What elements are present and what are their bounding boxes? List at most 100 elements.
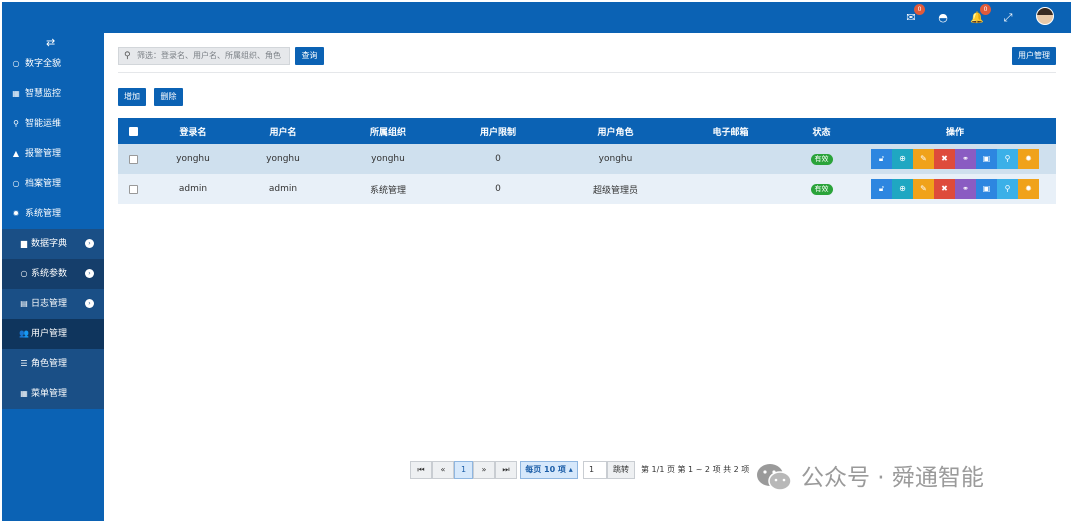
image-icon[interactable]: ▣ — [976, 179, 997, 199]
sitemap-icon[interactable]: ⚲ — [997, 149, 1018, 169]
cell-org: yonghu — [371, 154, 405, 164]
search-placeholder: 筛选：登录名、用户名、所属组织、角色 — [137, 51, 281, 60]
col-header-org: 所属组织 — [369, 127, 406, 138]
gear-icon[interactable]: ✹ — [1018, 149, 1039, 169]
sidebar-item-overview[interactable]: ○ 数字全貌 — [2, 49, 104, 79]
select-all-checkbox[interactable] — [128, 126, 138, 136]
sidebar-item-label: 智能运维 — [25, 119, 62, 129]
cell-email — [688, 144, 773, 174]
main-content: ⚲ 筛选：登录名、用户名、所属组织、角色 查询 用户管理 增加 删除 登录名 用… — [104, 33, 1071, 521]
sidebar-item-system[interactable]: ✹ 系统管理 — [2, 199, 104, 229]
sidebar-item-label: 智慧监控 — [25, 89, 62, 99]
sidebar-item-alarm[interactable]: ▲ 报警管理 — [2, 139, 104, 169]
delete-button[interactable]: 删除 — [154, 88, 183, 106]
jump-button[interactable]: 跳转 — [607, 461, 635, 479]
users-icon: 👥 — [19, 329, 29, 338]
sidebar: ⇄ ○ 数字全貌 ▦ 智慧监控 ⚲ 智能运维 ▲ 报警管理 ○ 档案管理 ✹ 系统管理 ▆ 数… — [2, 33, 104, 521]
circle-icon: ○ — [20, 269, 28, 278]
sidebar-item-ops[interactable]: ⚲ 智能运维 — [2, 109, 104, 139]
sidebar-sub-menus[interactable]: ▦ 菜单管理 — [2, 379, 104, 409]
sidebar-toggle-icon[interactable]: ⇄ — [46, 36, 55, 49]
circle-icon: ○ — [12, 59, 20, 68]
cell-email — [688, 174, 773, 204]
bell-badge: 0 — [980, 4, 991, 15]
search-input[interactable]: ⚲ 筛选：登录名、用户名、所属组织、角色 — [118, 47, 290, 65]
cell-limit: 0 — [495, 184, 501, 194]
table-row: admin admin 系统管理 0 超级管理员 有效 🔓︎ ⊕ ✎ ✖ ⚭ ▣… — [118, 174, 1056, 204]
avatar[interactable] — [1036, 7, 1054, 25]
sidebar-sub-roles[interactable]: ☰ 角色管理 — [2, 349, 104, 379]
cell-login: admin — [178, 184, 208, 194]
sidebar-item-label: 报警管理 — [25, 149, 62, 159]
chevron-right-icon: › — [85, 269, 94, 278]
edit-icon[interactable]: ✎ — [913, 179, 934, 199]
dashboard-icon[interactable]: ◓ — [935, 10, 951, 26]
page-info: 第 1/1 页 第 1 ~ 2 项 共 2 项 — [641, 461, 749, 479]
page-info-range: 第 1 ~ 2 项 — [677, 465, 721, 474]
row-checkbox[interactable] — [128, 154, 138, 164]
col-header-name: 用户名 — [269, 127, 297, 138]
bell-icon[interactable]: 🔔 0 — [969, 4, 991, 26]
sidebar-sub-label: 系统参数 — [31, 269, 68, 279]
page-number-button[interactable]: 1 — [454, 461, 473, 479]
row-actions: 🔓︎ ⊕ ✎ ✖ ⚭ ▣ ⚲ ✹ — [871, 149, 1039, 169]
add-button[interactable]: 增加 — [118, 88, 146, 106]
cell-limit: 0 — [495, 154, 501, 164]
last-page-button[interactable]: ⏭ — [495, 461, 517, 479]
search-icon: ⚲ — [124, 51, 131, 61]
wechat-logo-icon — [757, 464, 792, 491]
row-checkbox[interactable] — [128, 184, 138, 194]
sidebar-sub-label: 角色管理 — [31, 359, 68, 369]
mail-badge: 0 — [914, 4, 925, 15]
bell-icon: ▲ — [12, 149, 20, 158]
grid-icon: ▦ — [20, 389, 28, 398]
share-icon[interactable]: ⚭ — [955, 179, 976, 199]
cell-org: 系统管理 — [369, 185, 406, 196]
mail-icon[interactable]: ✉ 0 — [903, 4, 925, 26]
sitemap-icon[interactable]: ⚲ — [997, 179, 1018, 199]
sidebar-sub-label: 日志管理 — [31, 299, 68, 309]
close-circle-icon[interactable]: ✖ — [934, 149, 955, 169]
edit-icon[interactable]: ✎ — [913, 149, 934, 169]
prev-page-button[interactable]: « — [432, 461, 454, 479]
sidebar-sub-logs[interactable]: ▤ 日志管理 › — [2, 289, 104, 319]
sidebar-item-label: 系统管理 — [25, 209, 62, 219]
query-button[interactable]: 查询 — [295, 47, 324, 65]
book-icon: ▆ — [20, 239, 28, 248]
gear-icon[interactable]: ✹ — [1018, 179, 1039, 199]
gear-icon: ✹ — [12, 209, 20, 218]
sidebar-sub-users[interactable]: 👥 用户管理 — [2, 319, 104, 349]
sidebar-sub-label: 用户管理 — [31, 329, 68, 339]
col-header-role: 用户角色 — [597, 127, 634, 138]
chevron-right-icon: › — [85, 239, 94, 248]
zoom-icon[interactable]: ⊕ — [892, 149, 913, 169]
chevron-right-icon: › — [85, 299, 94, 308]
sidebar-sub-params[interactable]: ○ 系统参数 › — [2, 259, 104, 289]
status-badge: 有效 — [810, 153, 833, 165]
close-circle-icon[interactable]: ✖ — [934, 179, 955, 199]
col-header-email: 电子邮箱 — [712, 127, 749, 138]
sidebar-sub-dictionary[interactable]: ▆ 数据字典 › — [2, 229, 104, 259]
jump-page-input[interactable]: 1 — [583, 461, 607, 479]
sidebar-item-archive[interactable]: ○ 档案管理 — [2, 169, 104, 199]
page-title-button[interactable]: 用户管理 — [1012, 47, 1056, 65]
share-icon[interactable]: ⚭ — [955, 149, 976, 169]
first-page-button[interactable]: ⏮ — [410, 461, 432, 479]
page-size-select[interactable]: 每页 10 项 ▴ — [520, 461, 578, 479]
col-header-limit: 用户限制 — [479, 127, 516, 138]
sitemap-icon: ⚲ — [13, 119, 19, 128]
zoom-icon[interactable]: ⊕ — [892, 179, 913, 199]
unlock-icon[interactable]: 🔓︎ — [871, 179, 892, 199]
sidebar-item-label: 档案管理 — [25, 179, 62, 189]
sidebar-item-monitor[interactable]: ▦ 智慧监控 — [2, 79, 104, 109]
page-info-total: 共 2 项 — [723, 465, 750, 474]
fullscreen-icon[interactable]: ⤢ — [1000, 10, 1016, 26]
calendar-icon: ▤ — [20, 299, 28, 308]
cell-name: yonghu — [266, 154, 300, 164]
table-header: 登录名 用户名 所属组织 用户限制 用户角色 电子邮箱 状态 操作 — [118, 118, 1056, 144]
image-icon[interactable]: ▣ — [976, 149, 997, 169]
unlock-icon[interactable]: 🔓︎ — [871, 149, 892, 169]
table-row: yonghu yonghu yonghu 0 yonghu 有效 🔓︎ ⊕ ✎ … — [118, 144, 1056, 174]
sidebar-sub-label: 菜单管理 — [31, 389, 68, 399]
next-page-button[interactable]: » — [473, 461, 495, 479]
